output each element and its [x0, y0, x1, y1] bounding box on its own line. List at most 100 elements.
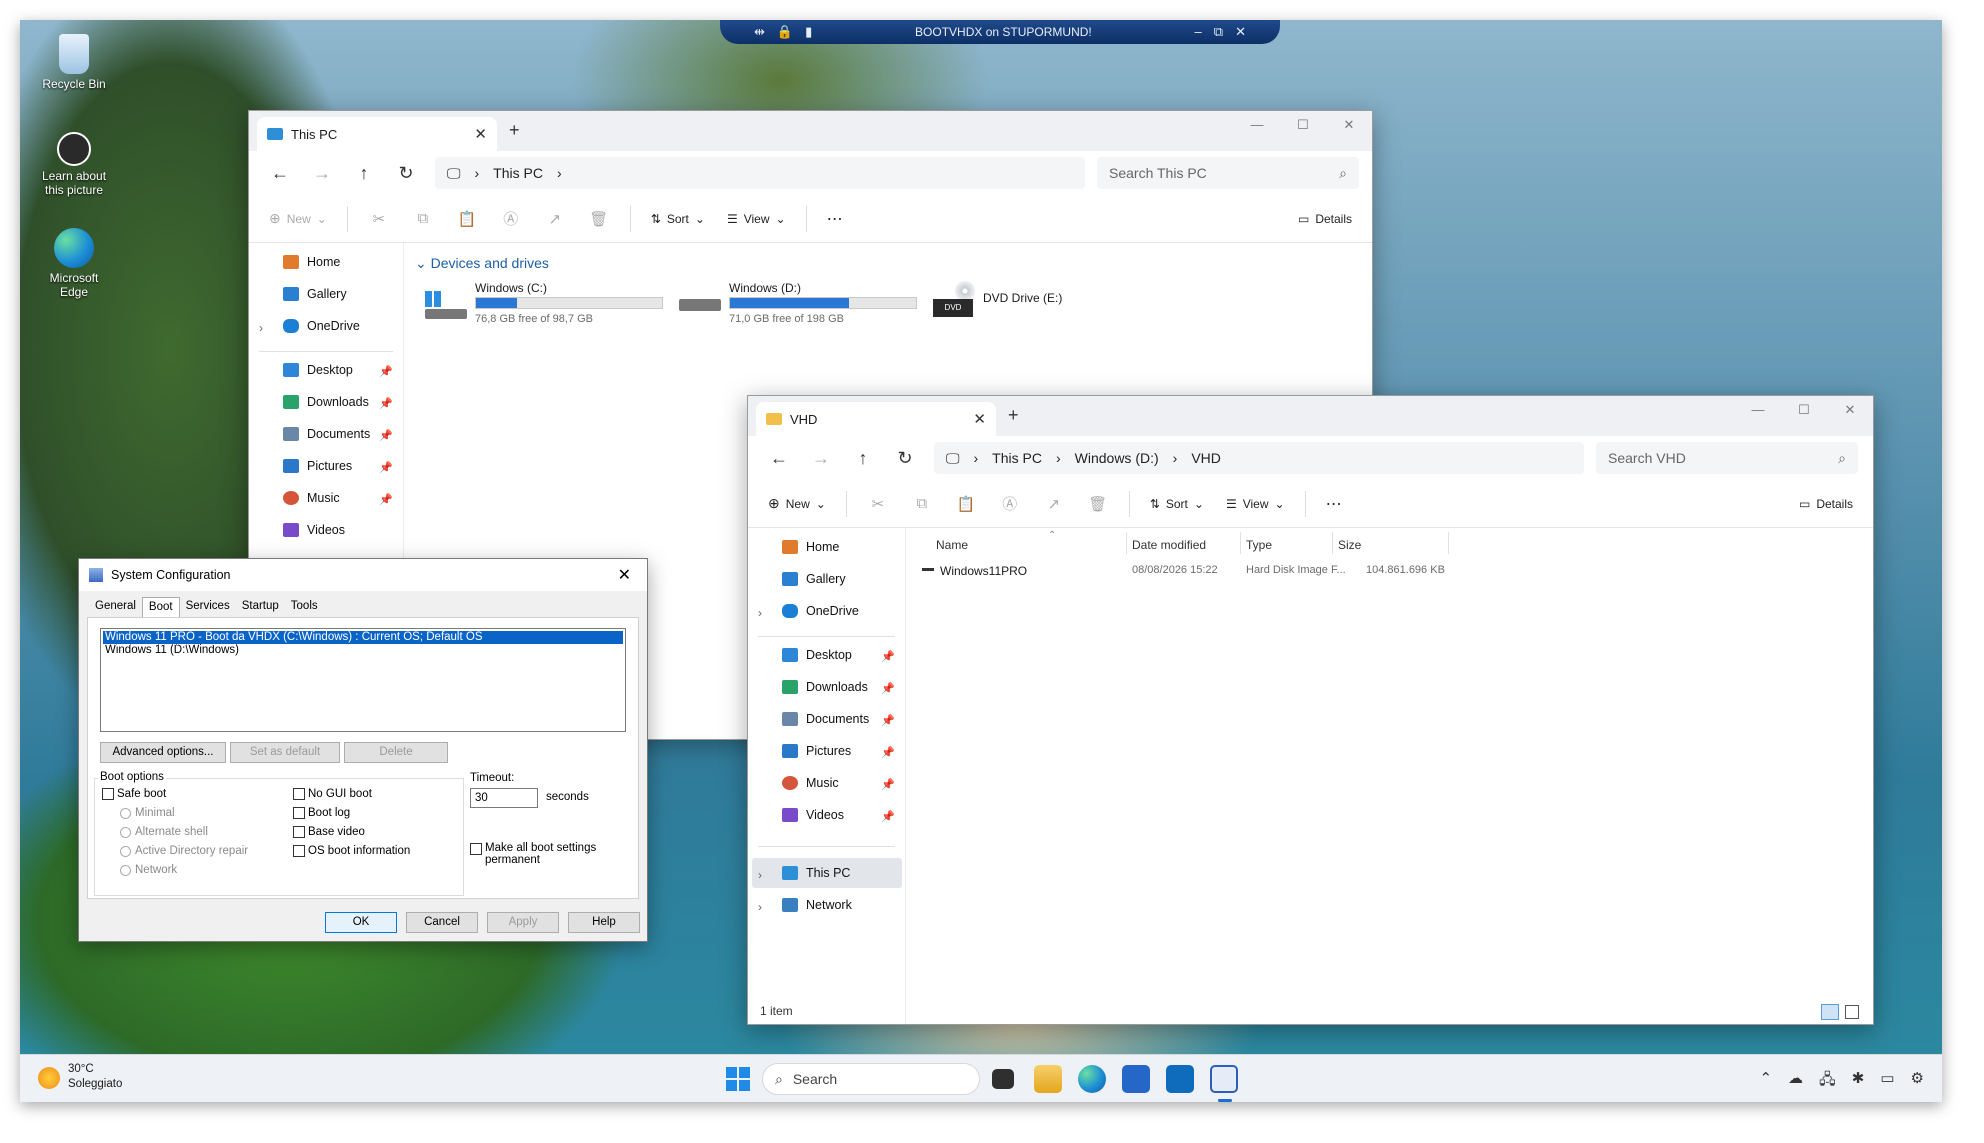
system-configuration-dialog[interactable]: System Configuration ✕ General Boot Serv… [78, 558, 648, 942]
new-button[interactable]: ⊕ New ⌄ [760, 495, 834, 512]
set-as-default-button[interactable]: Set as default [230, 742, 340, 763]
sidebar-item-home[interactable]: Home [782, 540, 839, 554]
column-size[interactable]: Size [1338, 538, 1361, 552]
tiles-view-icon[interactable] [1845, 1005, 1859, 1019]
drive-e[interactable]: DVD DVD Drive (E:) [933, 277, 1093, 327]
sidebar-item-this-pc[interactable]: This PC [782, 866, 850, 880]
refresh-icon[interactable]: ↻ [886, 448, 924, 469]
search-input[interactable]: Search This PC ⌕ [1097, 157, 1359, 189]
sort-button[interactable]: ⇅ Sort ⌄ [643, 212, 713, 226]
sidebar-item-music[interactable]: Music [283, 491, 340, 505]
new-tab-button[interactable]: + [509, 120, 520, 141]
copy-icon[interactable]: ⧉ [404, 210, 442, 227]
desktop-icon-learn-picture[interactable]: Learn about this picture [34, 132, 114, 197]
minimize-icon[interactable]: – [1195, 24, 1202, 40]
drive-c[interactable]: Windows (C:) 76,8 GB free of 98,7 GB [425, 281, 670, 329]
sidebar-item-videos[interactable]: Videos [782, 808, 844, 822]
safe-boot-checkbox[interactable]: Safe boot [102, 788, 166, 800]
sidebar-item-music[interactable]: Music [782, 776, 839, 790]
view-button[interactable]: ☰ View ⌄ [1218, 497, 1293, 511]
remote-desktop-bar[interactable]: ⇹ 🔒 ▮ BOOTVHDX on STUPORMUND! – ⧉ ✕ [720, 20, 1280, 44]
more-options-icon[interactable]: ⋯ [819, 209, 851, 229]
details-view-icon[interactable] [1821, 1004, 1839, 1020]
new-tab-button[interactable]: + [1008, 405, 1019, 426]
minimize-button[interactable]: — [1735, 396, 1781, 426]
msconfig-taskbar-icon[interactable] [1210, 1065, 1238, 1093]
column-type[interactable]: Type [1246, 538, 1272, 552]
weather-sun-icon[interactable] [38, 1067, 60, 1089]
more-options-icon[interactable]: ⋯ [1318, 494, 1350, 514]
sidebar-item-network[interactable]: Network [782, 898, 852, 912]
store-icon[interactable] [1122, 1065, 1150, 1093]
copy-icon[interactable]: ⧉ [903, 495, 941, 512]
tab-vhd[interactable]: VHD ✕ [756, 402, 996, 436]
details-button[interactable]: ▭ Details [1791, 497, 1861, 511]
sort-button[interactable]: ⇅ Sort ⌄ [1142, 497, 1212, 511]
back-icon[interactable]: ← [261, 163, 299, 184]
expand-chevron-icon[interactable]: › [758, 606, 762, 620]
restore-icon[interactable]: ⧉ [1214, 24, 1223, 40]
sidebar-item-gallery[interactable]: Gallery [782, 572, 846, 586]
tab-services[interactable]: Services [180, 597, 236, 617]
system-tray[interactable]: ⌃ ☁ 🖧 ✱ ▭ ⚙ [1759, 1069, 1924, 1094]
sidebar-item-downloads[interactable]: Downloads [283, 395, 369, 409]
breadcrumb-this-pc[interactable]: This PC [493, 165, 543, 181]
pin-icon[interactable]: ⇹ [754, 24, 765, 40]
sidebar-item-home[interactable]: Home [283, 255, 340, 269]
sidebar-item-pictures[interactable]: Pictures [283, 459, 352, 473]
rename-icon[interactable]: Ⓐ [991, 493, 1029, 514]
paste-icon[interactable]: 📋 [448, 210, 486, 228]
up-icon[interactable]: ↑ [844, 448, 882, 469]
close-button[interactable]: ✕ [1326, 111, 1372, 141]
radio-minimal[interactable]: Minimal [120, 807, 175, 819]
maximize-button[interactable]: ☐ [1781, 396, 1827, 426]
base-video-checkbox[interactable]: Base video [293, 826, 365, 838]
sidebar-item-gallery[interactable]: Gallery [283, 287, 347, 301]
sidebar-item-downloads[interactable]: Downloads [782, 680, 868, 694]
close-icon[interactable]: ✕ [1235, 24, 1246, 40]
advanced-options-button[interactable]: Advanced options... [100, 742, 226, 763]
delete-icon[interactable]: 🗑 [580, 210, 618, 228]
cancel-button[interactable]: Cancel [406, 912, 478, 933]
paste-icon[interactable]: 📋 [947, 495, 985, 513]
tab-this-pc[interactable]: This PC ✕ [257, 117, 497, 151]
refresh-icon[interactable]: ↻ [387, 163, 425, 184]
view-toggle[interactable] [1821, 1004, 1859, 1020]
timeout-input[interactable] [470, 788, 538, 808]
tab-startup[interactable]: Startup [236, 597, 285, 617]
ok-button[interactable]: OK [325, 912, 397, 933]
weather-widget[interactable]: 30°C Soleggiato [68, 1062, 122, 1092]
drive-d[interactable]: Windows (D:) 71,0 GB free of 198 GB [679, 281, 924, 329]
sidebar-item-videos[interactable]: Videos [283, 523, 345, 537]
os-boot-information-checkbox[interactable]: OS boot information [293, 845, 410, 857]
maximize-button[interactable]: ☐ [1280, 111, 1326, 141]
close-button[interactable]: ✕ [1827, 396, 1873, 426]
share-icon[interactable]: ↗ [1035, 495, 1073, 513]
search-input[interactable]: Search VHD ⌕ [1596, 442, 1858, 474]
edge-icon[interactable] [1078, 1065, 1106, 1093]
back-icon[interactable]: ← [760, 448, 798, 469]
sidebar-item-documents[interactable]: Documents [283, 427, 370, 441]
tab-general[interactable]: General [89, 597, 142, 617]
explorer-window-vhd[interactable]: VHD ✕ + — ☐ ✕ ← → ↑ ↻ 🖵 › This PC › Windows … [747, 395, 1874, 1025]
breadcrumb-this-pc[interactable]: This PC [992, 450, 1042, 466]
boot-entries-list[interactable]: Windows 11 PRO - Boot da VHDX (C:\Window… [100, 628, 626, 732]
sidebar-item-onedrive[interactable]: OneDrive [283, 319, 360, 333]
tab-tools[interactable]: Tools [285, 597, 324, 617]
sidebar-item-onedrive[interactable]: OneDrive [782, 604, 859, 618]
boot-log-checkbox[interactable]: Boot log [293, 807, 350, 819]
cut-icon[interactable]: ✂ [859, 495, 897, 513]
forward-icon[interactable]: → [802, 448, 840, 469]
forward-icon[interactable]: → [303, 163, 341, 184]
breadcrumb-vhd[interactable]: VHD [1191, 450, 1221, 466]
sidebar-item-pictures[interactable]: Pictures [782, 744, 851, 758]
apply-button[interactable]: Apply [487, 912, 559, 933]
new-button[interactable]: ⊕ New ⌄ [261, 210, 335, 227]
tab-boot[interactable]: Boot [141, 597, 180, 617]
lock-icon[interactable]: 🔒 [777, 24, 793, 40]
address-bar[interactable]: 🖵 › This PC › Windows (D:) › VHD [934, 442, 1584, 474]
cut-icon[interactable]: ✂ [360, 210, 398, 228]
list-item[interactable]: Windows 11 (D:\Windows) [103, 644, 623, 657]
address-bar[interactable]: 🖵 › This PC › [435, 157, 1085, 189]
section-devices-and-drives[interactable]: ⌄ Devices and drives [415, 255, 549, 272]
